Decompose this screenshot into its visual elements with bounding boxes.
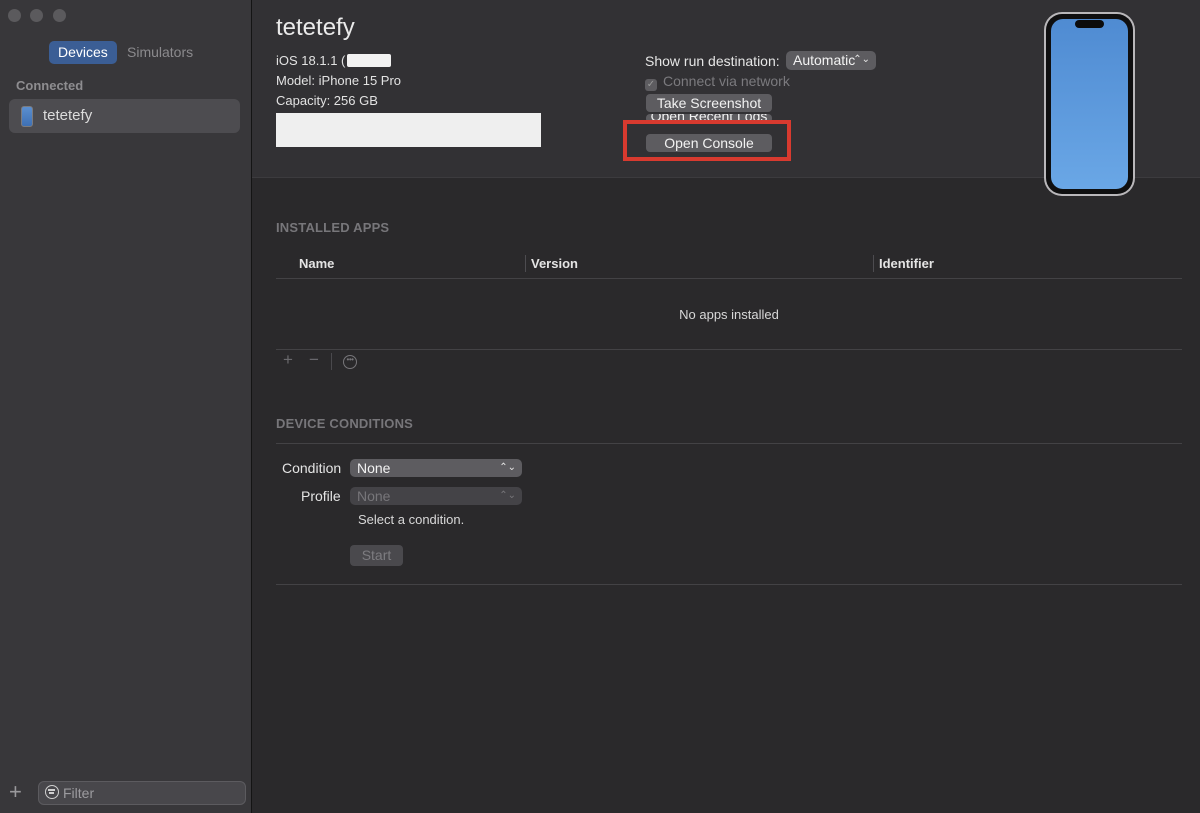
divider [276, 443, 1182, 444]
connect-via-network-label: Connect via network [663, 73, 790, 89]
divider [276, 278, 1182, 279]
minimize-window-button[interactable] [30, 9, 43, 22]
plus-icon[interactable]: + [9, 780, 22, 804]
iphone-preview [1046, 14, 1133, 194]
column-header-version[interactable]: Version [531, 256, 578, 271]
filter-field[interactable] [38, 781, 246, 805]
add-app-icon[interactable]: + [283, 350, 293, 370]
start-button[interactable]: Start [350, 545, 403, 566]
profile-label: Profile [301, 488, 341, 504]
divider [276, 584, 1182, 585]
toolbar-divider [331, 353, 332, 370]
filter-icon [45, 785, 59, 799]
ios-version: iOS 18.1.1 ( [276, 53, 392, 68]
take-screenshot-button[interactable]: Take Screenshot [646, 94, 772, 112]
sidebar-item-label: tetetefy [43, 107, 93, 124]
installed-apps-title: INSTALLED APPS [276, 220, 390, 235]
close-window-button[interactable] [8, 9, 21, 22]
ellipsis-circle-icon[interactable]: ••• [343, 355, 357, 369]
device-conditions-title: DEVICE CONDITIONS [276, 416, 414, 431]
redacted-block [347, 54, 392, 67]
device-model: Model: iPhone 15 Pro [276, 73, 402, 88]
zoom-window-button[interactable] [53, 9, 66, 22]
sidebar-item-device[interactable]: tetetefy [9, 99, 240, 133]
column-header-name[interactable]: Name [299, 256, 334, 271]
run-destination-label: Show run destination: [645, 53, 780, 69]
iphone-icon [21, 106, 33, 127]
profile-select[interactable]: None ⌃⌄ [350, 487, 522, 505]
chevron-updown-icon: ⌃⌄ [499, 490, 516, 501]
profile-value: None [357, 488, 391, 504]
run-destination-select[interactable]: Automatic ⌃⌄ [786, 51, 876, 70]
column-divider [525, 255, 526, 272]
divider [276, 349, 1182, 350]
chevron-updown-icon: ⌃⌄ [499, 462, 516, 473]
dynamic-island [1075, 20, 1104, 28]
main-panel: tetetefy iOS 18.1.1 ( Model: iPhone 15 P… [252, 0, 1200, 813]
empty-apps-message: No apps installed [679, 307, 779, 322]
condition-select[interactable]: None ⌃⌄ [350, 459, 522, 477]
run-destination-value: Automatic [793, 52, 856, 68]
column-header-identifier[interactable]: Identifier [879, 256, 934, 271]
condition-hint: Select a condition. [358, 512, 465, 527]
condition-label: Condition [282, 460, 342, 476]
remove-app-icon[interactable]: − [309, 350, 319, 370]
connect-via-network-row: ✓ Connect via network [645, 73, 790, 91]
connected-section-label: Connected [16, 78, 84, 93]
highlight-box [623, 120, 791, 161]
tab-simulators[interactable]: Simulators [118, 41, 202, 64]
tab-devices[interactable]: Devices [49, 41, 117, 64]
filter-input[interactable] [63, 784, 238, 801]
ios-version-text: iOS 18.1.1 ( [276, 53, 346, 68]
device-capacity: Capacity: 256 GB [276, 93, 378, 108]
phone-screen [1051, 19, 1128, 189]
sidebar: Devices Simulators Connected tetetefy + [0, 0, 252, 813]
page-title: tetetefy [276, 14, 355, 41]
redacted-block [276, 113, 541, 147]
checkbox-connect-via-network[interactable]: ✓ [645, 79, 657, 91]
chevron-updown-icon: ⌃⌄ [853, 54, 870, 65]
column-divider [873, 255, 874, 272]
condition-value: None [357, 460, 391, 476]
